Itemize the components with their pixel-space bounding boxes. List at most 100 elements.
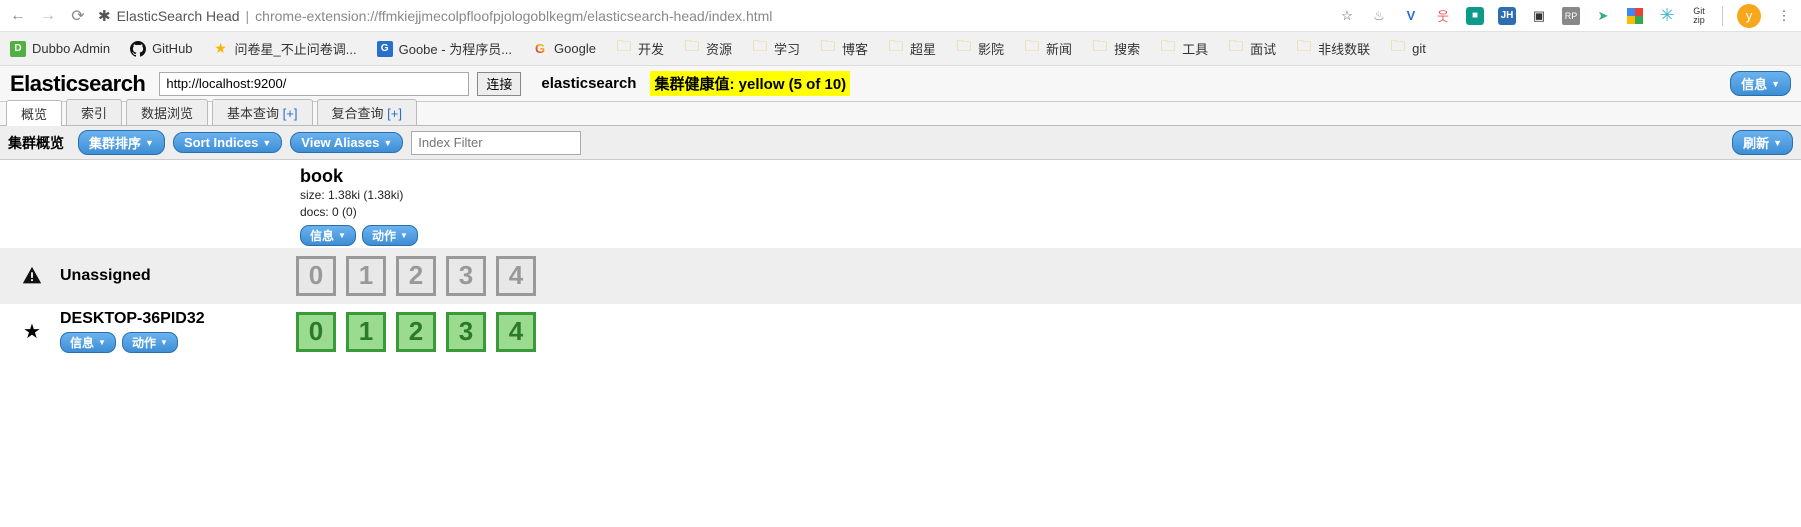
shard-0[interactable]: 0 <box>296 256 336 296</box>
bookmark-item[interactable]: GGoobe - 为程序员... <box>377 39 512 58</box>
refresh-button[interactable]: 刷新▼ <box>1732 130 1793 155</box>
bookmark-label: 超星 <box>910 39 936 58</box>
forward-icon[interactable]: → <box>38 6 58 26</box>
person-icon[interactable]: 웃 <box>1434 7 1452 25</box>
index-info-button[interactable]: 信息▼ <box>300 225 356 246</box>
bookmark-item[interactable]: 🗀git <box>1390 41 1426 57</box>
cluster-name: elasticsearch <box>541 75 636 92</box>
cluster-url-input[interactable] <box>159 72 469 96</box>
v-icon[interactable]: V <box>1402 7 1420 25</box>
menu-icon[interactable]: ⋮ <box>1775 7 1793 25</box>
bookmark-item[interactable]: 🗀资源 <box>684 39 732 58</box>
shard-3[interactable]: 3 <box>446 256 486 296</box>
shard-2[interactable]: 2 <box>396 256 436 296</box>
shard-1[interactable]: 1 <box>346 312 386 352</box>
bookmark-item[interactable]: ★问卷星_不止问卷调... <box>213 39 357 58</box>
github-icon <box>130 41 146 57</box>
shard-2[interactable]: 2 <box>396 312 436 352</box>
folder-icon: 🗀 <box>1228 41 1244 57</box>
app-logo: Elasticsearch <box>10 71 145 97</box>
chevron-down-icon: ▼ <box>383 138 392 148</box>
chevron-down-icon: ▼ <box>98 338 106 347</box>
bookmark-item[interactable]: 🗀非线数联 <box>1296 39 1370 58</box>
bookmark-item[interactable]: GGoogle <box>532 41 596 57</box>
index-name[interactable]: book <box>300 166 1801 187</box>
bookmark-item[interactable]: 🗀超星 <box>888 39 936 58</box>
chevron-down-icon: ▼ <box>1773 138 1782 148</box>
multicolor-ext-icon[interactable] <box>1626 7 1644 25</box>
bookmark-item[interactable]: 🗀 博客 <box>820 39 868 58</box>
bookmark-label: Dubbo Admin <box>32 41 110 56</box>
toolbar-right: ☆ ♨ V 웃 ■ JH ▣ RP ➤ ✳ Gitzip y ⋮ <box>1338 4 1793 28</box>
node-action-button[interactable]: 动作▼ <box>122 332 178 353</box>
omnibox[interactable]: ✱ ElasticSearch Head | chrome-extension:… <box>98 7 772 25</box>
bookmark-item[interactable]: DDubbo Admin <box>10 41 110 57</box>
browser-toolbar: ← → ⟳ ✱ ElasticSearch Head | chrome-exte… <box>0 0 1801 32</box>
bookmark-item[interactable]: 🗀学习 <box>752 39 800 58</box>
tab-基本查询[interactable]: 基本查询 [+] <box>212 99 312 125</box>
index-action-button[interactable]: 动作▼ <box>362 225 418 246</box>
sort-indices-button[interactable]: Sort Indices▼ <box>173 132 282 153</box>
asterisk-ext-icon[interactable]: ✳ <box>1658 7 1676 25</box>
info-button[interactable]: 信息▼ <box>1730 71 1791 96</box>
bookmark-label: 问卷星_不止问卷调... <box>235 39 357 58</box>
bookmark-label: 新闻 <box>1046 39 1072 58</box>
chevron-down-icon: ▼ <box>145 138 154 148</box>
shard-3[interactable]: 3 <box>446 312 486 352</box>
folder-icon: 🗀 <box>1296 41 1312 57</box>
cursor-ext-icon[interactable]: ➤ <box>1594 7 1612 25</box>
bookmark-item[interactable]: 🗀 新闻 <box>1024 39 1072 58</box>
sort-cluster-button[interactable]: 集群排序▼ <box>78 130 165 155</box>
bookmark-label: 影院 <box>978 39 1004 58</box>
star-icon[interactable]: ☆ <box>1338 7 1356 25</box>
star-icon: ★ <box>18 319 46 344</box>
bookmark-label: Goobe - 为程序员... <box>399 39 512 58</box>
plus-icon: [+] <box>279 106 297 121</box>
page-title: ElasticSearch Head <box>117 8 240 24</box>
bookmark-item[interactable]: GitHub <box>130 41 192 57</box>
chevron-down-icon: ▼ <box>160 338 168 347</box>
jh-ext-icon[interactable]: JH <box>1498 7 1516 25</box>
node-info-button[interactable]: 信息▼ <box>60 332 116 353</box>
shard-row-primary: 01234 <box>296 312 536 352</box>
tab-复合查询[interactable]: 复合查询 [+] <box>317 99 417 125</box>
back-icon[interactable]: ← <box>8 6 28 26</box>
bookmark-label: 资源 <box>706 39 732 58</box>
bookmark-label: 博客 <box>842 39 868 58</box>
index-size: size: 1.38ki (1.38ki) <box>300 187 1801 204</box>
folder-icon: 🗀 <box>820 41 836 57</box>
bookmark-item[interactable]: 🗀搜索 <box>1092 39 1140 58</box>
node-row-unassigned: Unassigned 01234 <box>0 248 1801 304</box>
plus-icon: [+] <box>384 106 402 121</box>
index-filter-input[interactable] <box>411 131 581 155</box>
bookmarks-bar: DDubbo Admin GitHub ★问卷星_不止问卷调... GGoobe - … <box>0 32 1801 66</box>
tab-索引[interactable]: 索引 <box>66 99 122 125</box>
shard-0[interactable]: 0 <box>296 312 336 352</box>
teal-ext-icon[interactable]: ■ <box>1466 7 1484 25</box>
bookmark-item[interactable]: 🗀工具 <box>1160 39 1208 58</box>
folder-icon: 🗀 <box>1024 41 1040 57</box>
shard-1[interactable]: 1 <box>346 256 386 296</box>
tab-概览[interactable]: 概览 <box>6 100 62 126</box>
bookmark-item[interactable]: 🗀开发 <box>616 39 664 58</box>
folder-icon: 🗀 <box>616 41 632 57</box>
shard-4[interactable]: 4 <box>496 256 536 296</box>
java-icon[interactable]: ♨ <box>1370 7 1388 25</box>
bookmark-item[interactable]: 🗀影院 <box>956 39 1004 58</box>
profile-avatar[interactable]: y <box>1737 4 1761 28</box>
rp-ext-icon[interactable]: RP <box>1562 7 1580 25</box>
folder-icon: 🗀 <box>1092 41 1108 57</box>
reload-icon[interactable]: ⟳ <box>68 6 88 26</box>
tab-数据浏览[interactable]: 数据浏览 <box>126 99 208 125</box>
connect-button[interactable]: 连接 <box>477 72 521 96</box>
folder-icon: 🗀 <box>1160 41 1176 57</box>
shard-4[interactable]: 4 <box>496 312 536 352</box>
view-aliases-button[interactable]: View Aliases▼ <box>290 132 403 153</box>
warning-icon <box>18 265 46 287</box>
overview-toolbar: 集群概览 集群排序▼ Sort Indices▼ View Aliases▼ 刷… <box>0 126 1801 160</box>
gitzip-ext-icon[interactable]: Gitzip <box>1690 7 1708 25</box>
bookmark-label: 学习 <box>774 39 800 58</box>
bookmark-item[interactable]: 🗀面试 <box>1228 39 1276 58</box>
chat-ext-icon[interactable]: ▣ <box>1530 7 1548 25</box>
chevron-down-icon: ▼ <box>1771 79 1780 89</box>
